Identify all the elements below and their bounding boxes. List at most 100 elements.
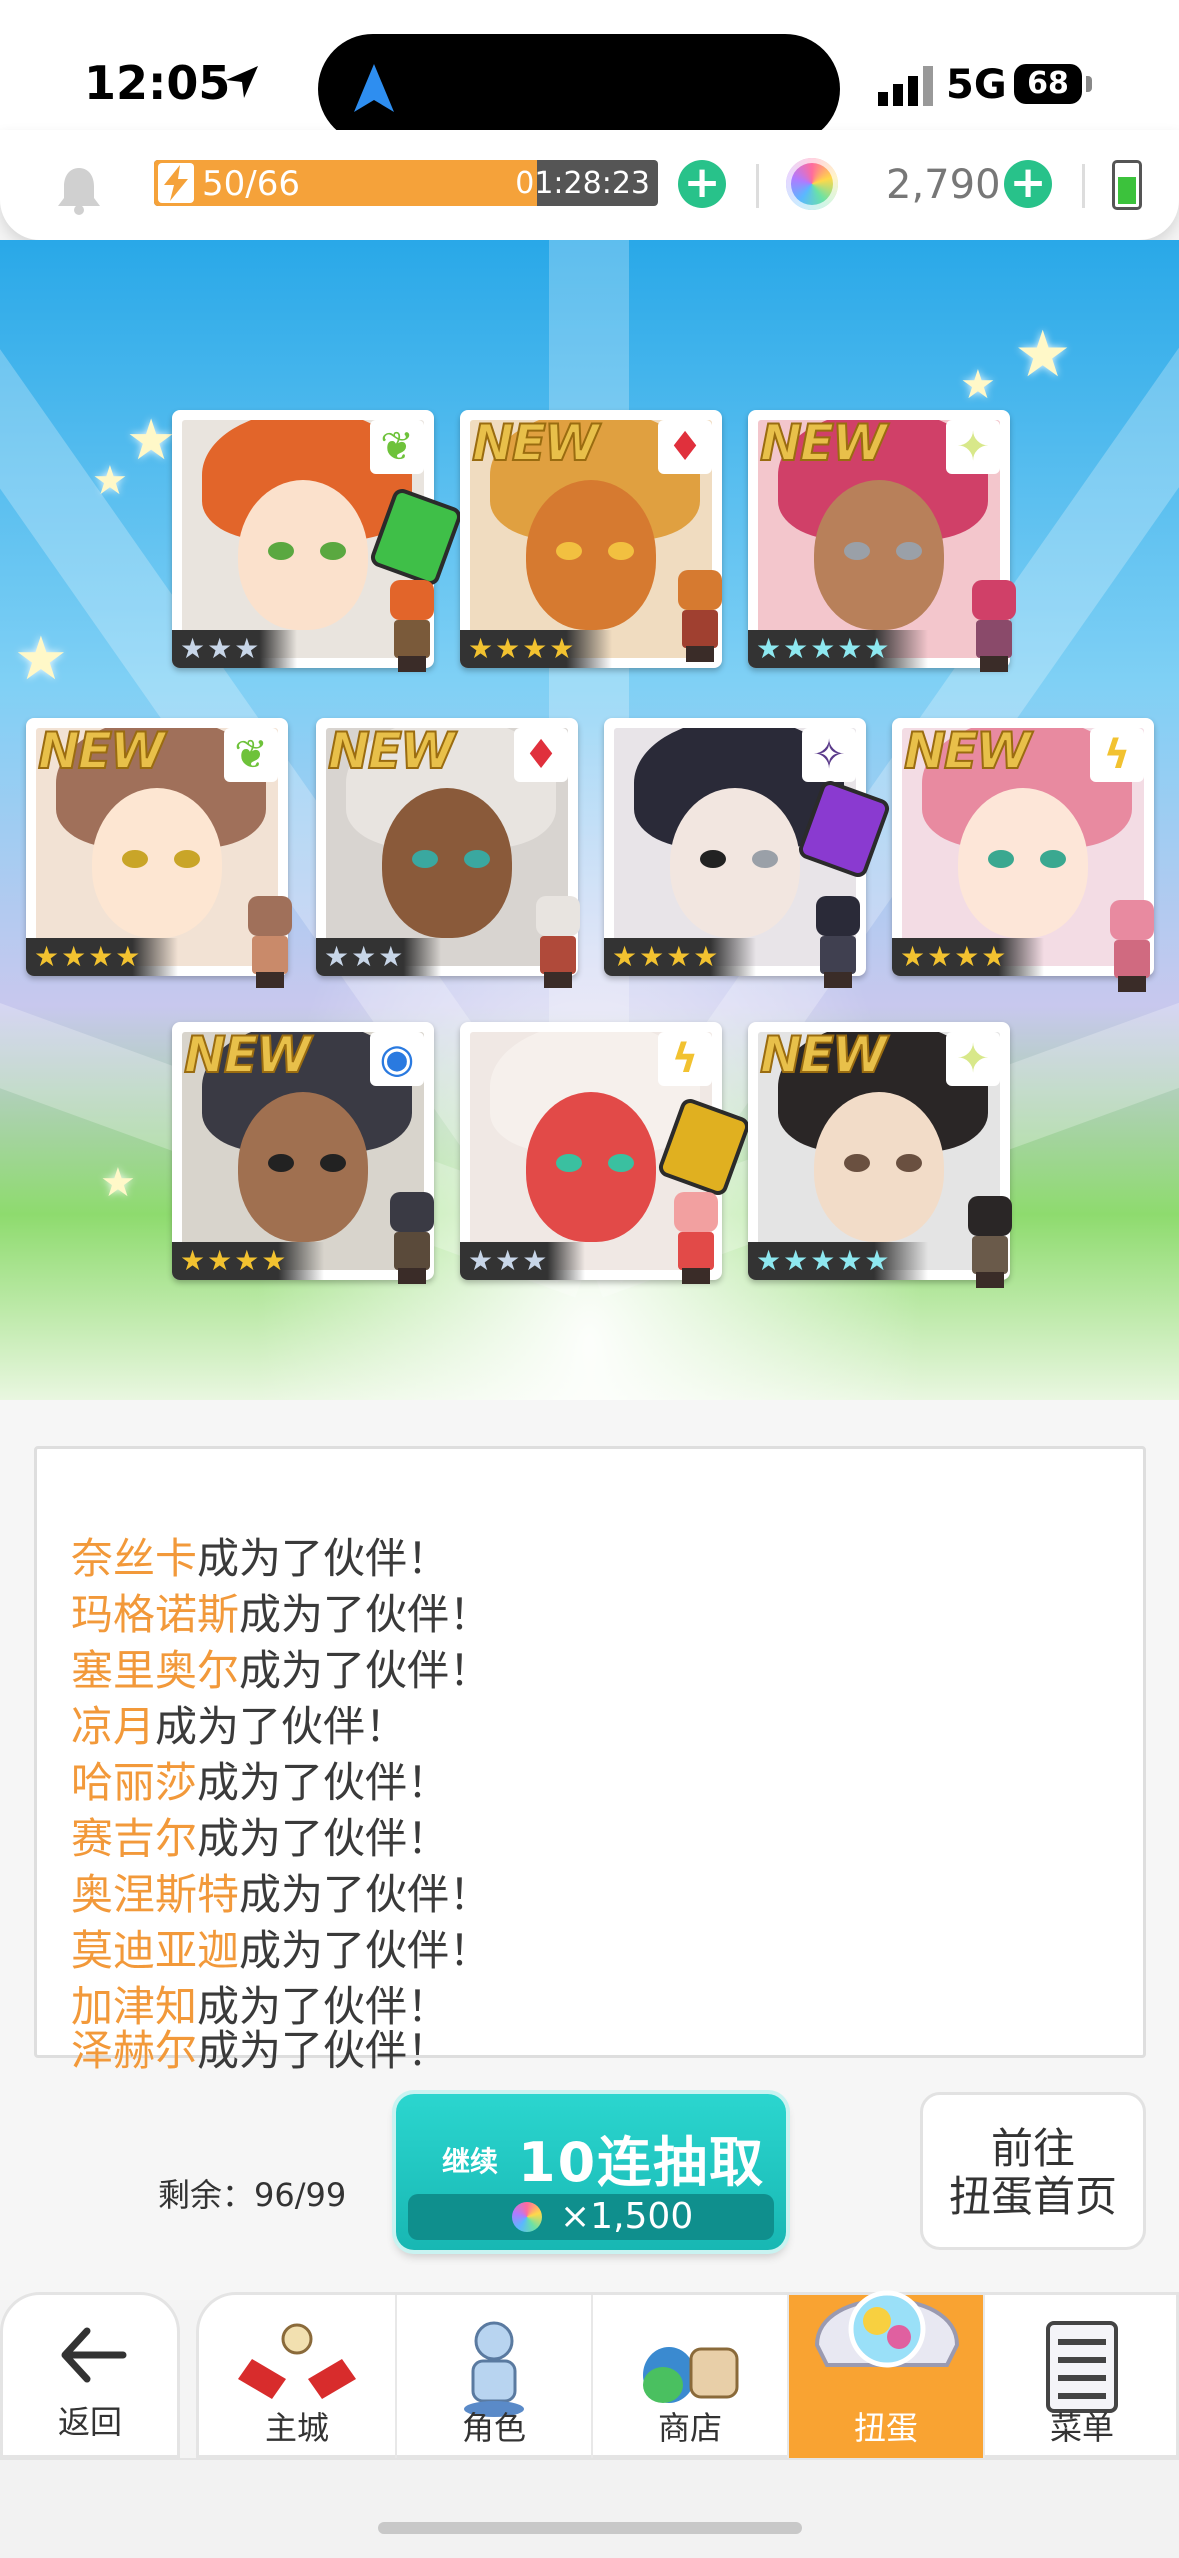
star-decoration-icon: ★ [126,408,177,473]
tab-gacha[interactable]: 扭蛋 [787,2290,983,2461]
goto-label-line1: 前往 [990,2124,1075,2173]
character-sprite [806,896,870,988]
back-label: 返回 [57,2403,122,2441]
status-bar: 12:05 5G 68 [0,0,1179,144]
log-entry: 奥涅斯特成为了伙伴！ [71,1870,492,1919]
character-sprite [238,896,302,988]
menu-list-icon [1046,2321,1118,2413]
rarity-stars: ★★★★ [26,938,179,976]
log-entry: 玛格诺斯成为了伙伴！ [71,1590,492,1639]
star-decoration-icon: ★ [92,458,128,504]
home-indicator[interactable] [378,2522,802,2534]
log-entry: 塞里奥尔成为了伙伴！ [71,1646,492,1695]
rarity-stars: ★★★★ [604,938,757,976]
rarity-stars: ★★★★★ [748,1242,928,1280]
battery-tip [1086,76,1092,92]
tab-town[interactable]: 主城 [199,2295,395,2461]
battery-level: 68 [1014,64,1082,104]
notification-bell-icon[interactable] [54,164,104,216]
divider [1082,164,1085,208]
add-stamina-button[interactable]: + [678,160,726,208]
stamina-timer: 01:28:23 [515,166,650,201]
rarity-stars: ★★★★★ [748,630,928,668]
continue-10-pull-button[interactable]: 继续 10连抽取 ×1,500 [396,2094,786,2250]
divider [756,164,759,208]
lightning-icon [158,163,194,203]
log-entry: 凉月成为了伙伴！ [71,1702,408,1751]
new-badge: NEW [759,413,888,473]
new-badge: NEW [759,1025,888,1085]
character-sprite [380,1192,444,1284]
star-decoration-icon: ★ [1014,318,1072,392]
nature-attribute-icon: ❦ [370,420,424,474]
thunder-attribute-icon: ϟ [658,1032,712,1086]
fire-attribute-icon: ♦ [514,728,568,782]
character-sprite [962,580,1026,672]
rarity-stars: ★★★★ [892,938,1045,976]
fire-attribute-icon: ♦ [658,420,712,474]
clock: 12:05 [84,56,231,110]
water-attribute-icon: ◉ [370,1032,424,1086]
signal-bars-icon [878,66,933,106]
rarity-stars: ★★★ [172,630,298,668]
goto-label-line2: 扭蛋首页 [948,2172,1117,2221]
dynamic-island [318,34,840,144]
character-sprite [958,1196,1022,1288]
star-decoration-icon: ★ [14,624,68,694]
rainbow-gem-icon [512,2202,542,2232]
rarity-stars: ★★★★ [172,1242,325,1280]
pull-cost: ×1,500 [408,2194,774,2240]
bottom-safe-area [0,2458,1179,2558]
recruit-log[interactable]: 奈丝卡成为了伙伴！ 玛格诺斯成为了伙伴！ 塞里奥尔成为了伙伴！ 凉月成为了伙伴！… [34,1446,1146,2075]
tab-label: 菜单 [1049,2409,1114,2447]
pull-label: 10连抽取 [518,2131,766,2194]
character-sprite [664,1192,728,1284]
tab-label: 扭蛋 [853,2409,918,2447]
bottom-navigation: 返回 主城 角色 商店 扭蛋 菜单 [0,2290,1179,2461]
rainbow-gem-icon [786,158,838,210]
goto-gacha-home-button[interactable]: 前往 扭蛋首页 [920,2092,1146,2250]
stamina-value: 50/66 [202,164,300,204]
character-sprite [668,570,732,662]
gacha-result-stage: ★ ★ ★ ★ ★ ★ ❦ ★★★ NEW ♦ ★★★★ NEW ✦ ★★★★★… [0,240,1179,1400]
nature-attribute-icon: ❦ [224,728,278,782]
new-badge: NEW [37,721,166,781]
log-entry: 赛吉尔成为了伙伴！ [71,1814,450,1863]
remaining-pulls: 剩余：96/99 [158,2176,347,2214]
log-entry: 莫迪亚迦成为了伙伴！ [71,1926,492,1975]
new-badge: NEW [183,1025,312,1085]
light-attribute-icon: ✦ [946,1032,1000,1086]
gem-count: 2,790 [886,162,1001,208]
new-badge: NEW [327,721,456,781]
gacha-capsule-icon [814,2290,960,2368]
back-button[interactable]: 返回 [0,2292,180,2458]
log-entry: 奈丝卡成为了伙伴！ [71,1534,450,1583]
log-entry: 泽赫尔成为了伙伴！ [71,2026,450,2075]
add-gems-button[interactable]: + [1004,160,1052,208]
thunder-attribute-icon: ϟ [1090,728,1144,782]
resource-bar: 50/66 01:28:23 + 2,790 + [0,130,1179,240]
tab-shop[interactable]: 商店 [591,2295,787,2461]
new-badge: NEW [903,721,1032,781]
stamina-bar: 50/66 01:28:23 [154,160,658,206]
network-type: 5G [946,62,1007,108]
shop-bags-icon [643,2347,739,2403]
device-battery-icon [1112,160,1142,210]
tab-label: 主城 [264,2409,329,2447]
character-sprite [526,896,590,988]
light-attribute-icon: ✦ [946,420,1000,474]
character-sprite [1100,900,1164,992]
tab-menu[interactable]: 菜单 [983,2295,1179,2461]
navigation-arrow-icon [354,64,394,112]
continue-label: 继续 [442,2145,499,2178]
character-sprite [380,580,444,672]
rarity-stars: ★★★★ [460,630,613,668]
nav-tab-bar: 主城 角色 商店 扭蛋 菜单 [196,2290,1179,2461]
rarity-stars: ★★★ [316,938,442,976]
tab-label: 角色 [461,2409,526,2447]
dark-attribute-icon: ✧ [802,728,856,782]
location-arrow-icon [226,66,258,98]
new-badge: NEW [471,413,600,473]
star-decoration-icon: ★ [960,362,996,408]
tab-characters[interactable]: 角色 [395,2295,591,2461]
